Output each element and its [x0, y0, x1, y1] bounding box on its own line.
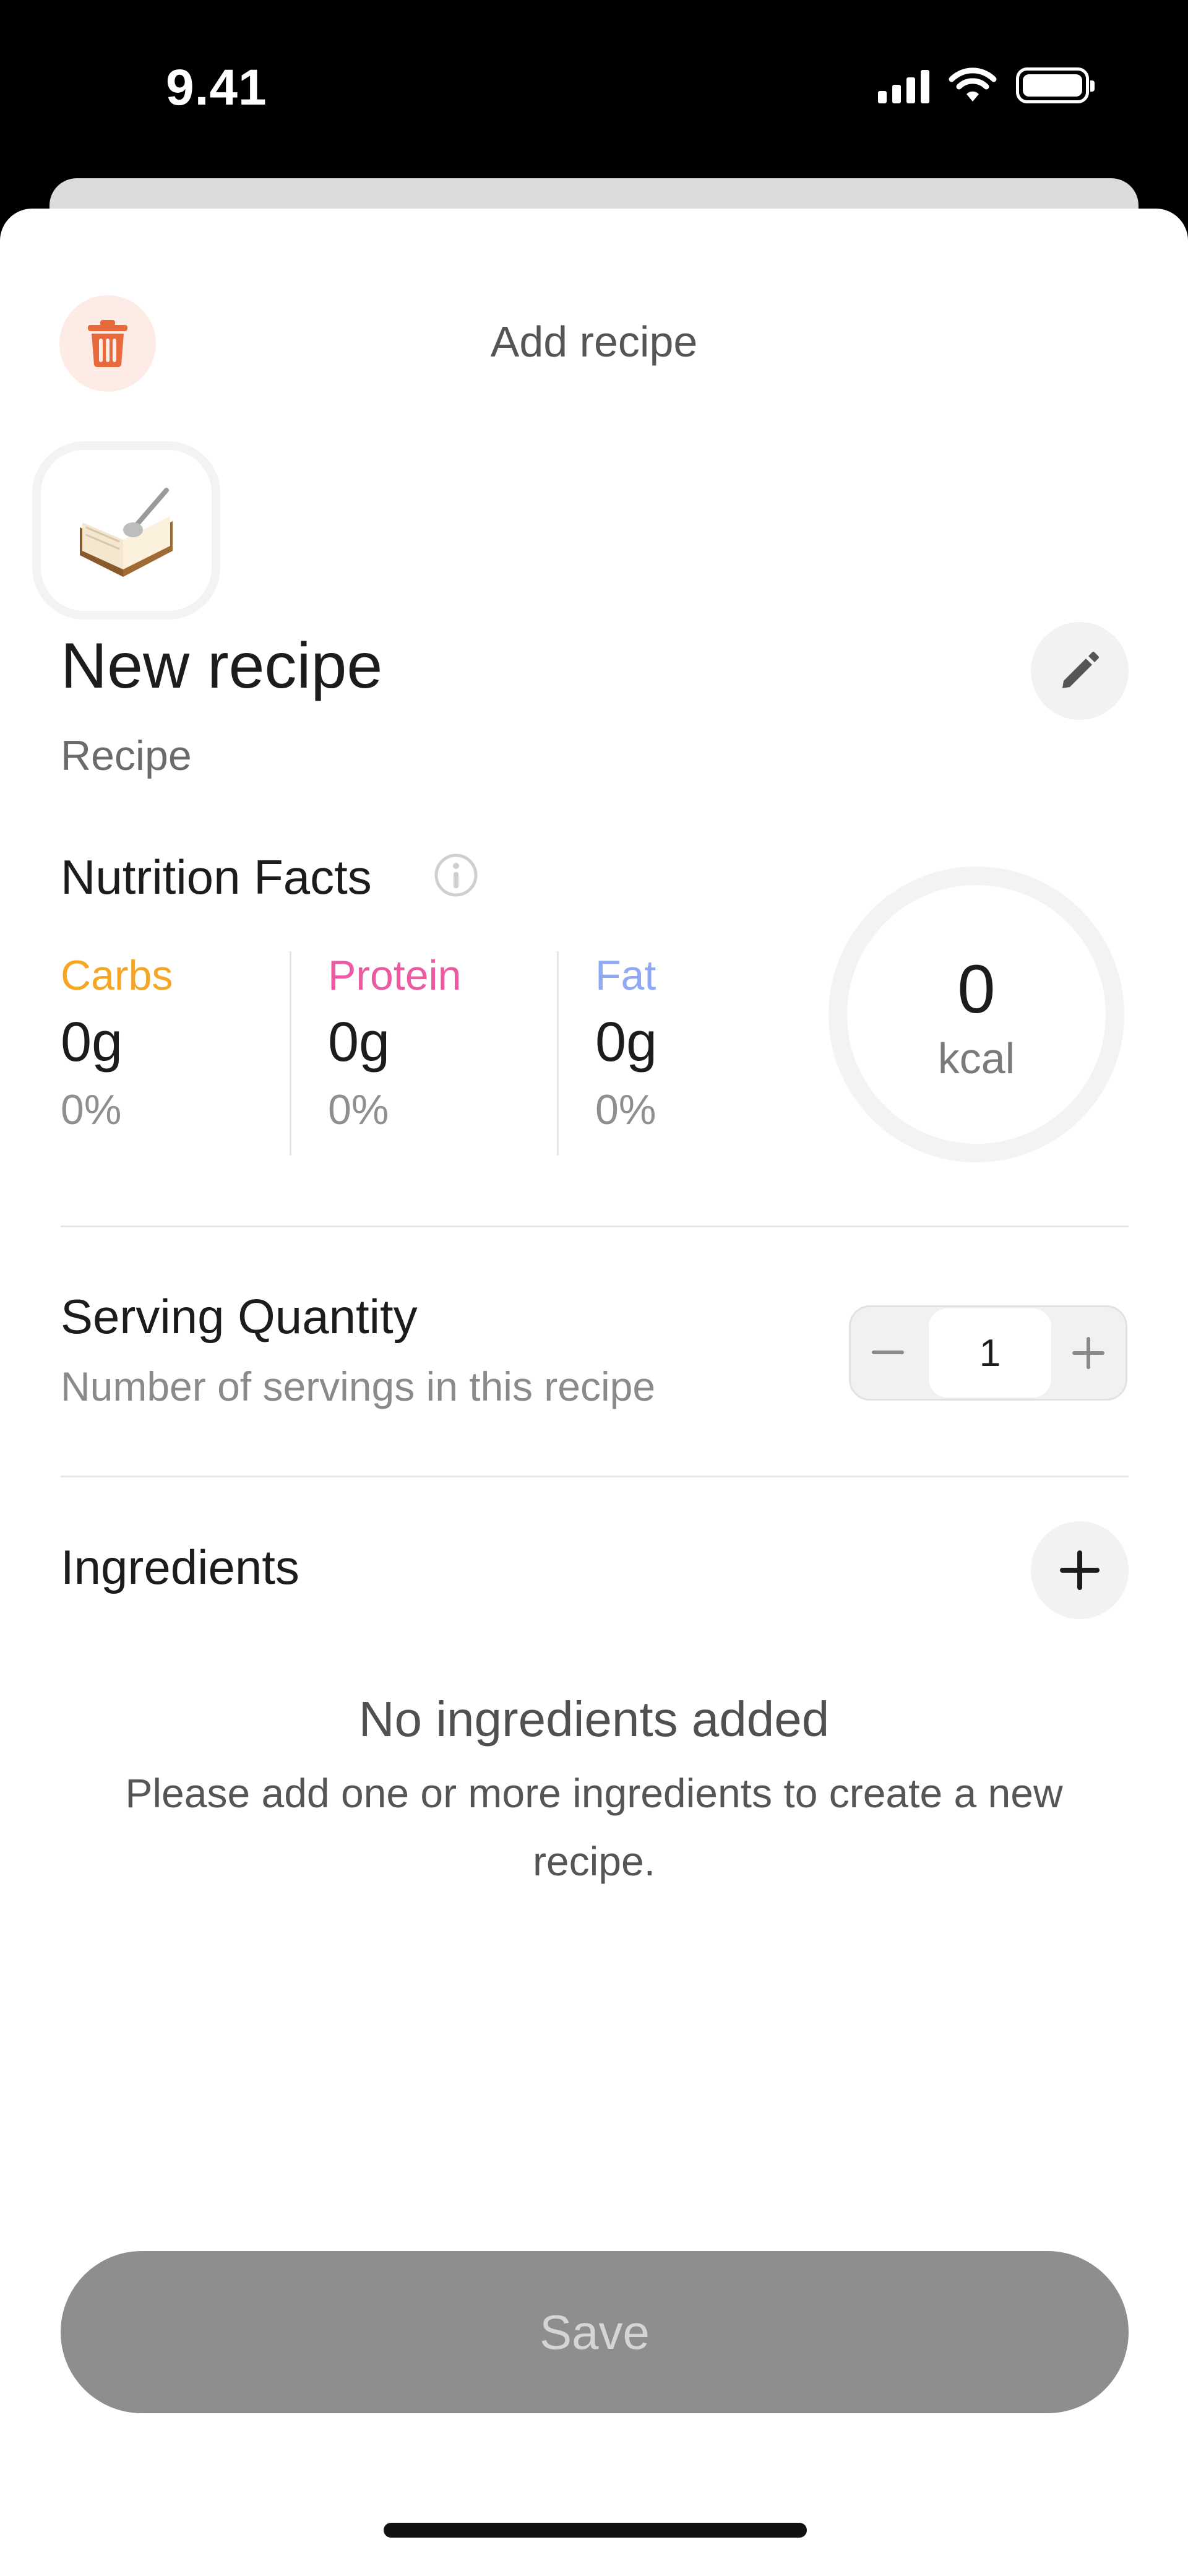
- status-time: 9.41: [166, 59, 267, 116]
- divider: [61, 1476, 1129, 1477]
- battery-icon: [1016, 67, 1095, 103]
- plus-icon: [1060, 1550, 1100, 1590]
- divider: [290, 951, 291, 1156]
- recipe-icon-picker[interactable]: [41, 450, 212, 611]
- macro-label: Fat: [595, 952, 656, 999]
- decrement-button[interactable]: [851, 1307, 925, 1399]
- increment-button[interactable]: [1051, 1307, 1126, 1399]
- macro-label: Protein: [328, 952, 462, 999]
- wifi-icon: [949, 67, 997, 102]
- edit-button[interactable]: [1031, 622, 1129, 720]
- ingredients-title: Ingredients: [61, 1540, 299, 1594]
- save-button[interactable]: Save: [61, 2251, 1129, 2413]
- open-book-icon: [80, 488, 173, 577]
- serving-value[interactable]: 1: [929, 1308, 1051, 1398]
- status-bar: 9.41: [0, 0, 1188, 179]
- info-icon[interactable]: [433, 852, 479, 898]
- cellular-signal-icon: [878, 67, 929, 103]
- divider: [61, 1225, 1129, 1227]
- macro-value: 0g: [328, 1011, 390, 1073]
- status-icons: [878, 67, 1095, 104]
- macro-carbs: Carbs 0g 0%: [61, 951, 173, 1134]
- empty-state-text: Please add one or more ingredients to cr…: [125, 1770, 1063, 1884]
- add-ingredient-button[interactable]: [1031, 1521, 1129, 1619]
- nutrition-facts-title: Nutrition Facts: [61, 850, 372, 904]
- macro-label: Carbs: [61, 952, 173, 999]
- empty-state-title: No ingredients added: [358, 1692, 830, 1747]
- serving-quantity-title: Serving Quantity: [61, 1289, 418, 1344]
- calorie-value: 0: [957, 951, 996, 1027]
- macro-percent: 0%: [595, 1086, 656, 1133]
- calorie-unit: kcal: [937, 1034, 1015, 1083]
- plus-icon: [1072, 1337, 1104, 1369]
- macro-value: 0g: [61, 1011, 123, 1073]
- sheet-title: Add recipe: [490, 318, 698, 366]
- macro-percent: 0%: [328, 1086, 389, 1133]
- macro-value: 0g: [595, 1011, 658, 1073]
- serving-quantity-subtitle: Number of servings in this recipe: [61, 1364, 656, 1409]
- recipe-type: Recipe: [61, 732, 192, 779]
- macro-fat: Fat 0g 0%: [595, 951, 657, 1134]
- minus-icon: [872, 1351, 904, 1354]
- add-recipe-sheet: Add recipe New recipe Recipe Nutrition F…: [0, 209, 1188, 2576]
- macro-protein: Protein 0g 0%: [328, 951, 461, 1134]
- serving-stepper: 1: [849, 1305, 1127, 1401]
- pencil-icon: [1062, 652, 1099, 688]
- recipe-name: New recipe: [61, 630, 383, 702]
- divider: [557, 951, 559, 1156]
- macro-percent: 0%: [61, 1086, 122, 1133]
- home-indicator: [384, 2523, 807, 2538]
